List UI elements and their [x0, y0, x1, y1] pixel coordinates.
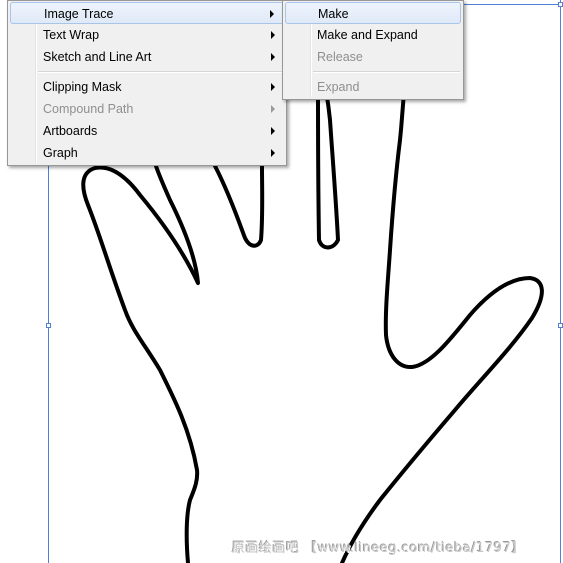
submenu-arrow-icon — [271, 31, 275, 39]
watermark-text: 原画绘画吧 【www.lineeg.com/tieba/1797】 — [232, 541, 525, 556]
menu-item-artboards[interactable]: Artboards — [10, 120, 284, 142]
object-context-menu: Image Trace Text Wrap Sketch and Line Ar… — [7, 0, 287, 166]
menu-item-image-trace[interactable]: Image Trace — [10, 2, 284, 24]
menu-item-clipping-mask[interactable]: Clipping Mask — [10, 76, 284, 98]
menu-item-label: Compound Path — [43, 102, 134, 116]
submenu-item-label: Release — [317, 50, 363, 64]
submenu-item-label: Expand — [317, 80, 360, 94]
menu-item-label: Text Wrap — [43, 28, 100, 42]
selection-bounding-box-top — [460, 4, 561, 5]
submenu-arrow-icon — [271, 105, 275, 113]
menu-separator — [313, 71, 460, 73]
menu-item-graph[interactable]: Graph — [10, 142, 284, 164]
menu-item-compound-path: Compound Path — [10, 98, 284, 120]
menu-item-sketch-and-line-art[interactable]: Sketch and Line Art — [10, 46, 284, 68]
image-trace-submenu: Make Make and Expand Release Expand — [282, 0, 464, 100]
menu-item-label: Graph — [43, 146, 78, 160]
selection-handle-left[interactable] — [46, 323, 51, 328]
menu-item-label: Image Trace — [44, 7, 114, 21]
submenu-item-make-and-expand[interactable]: Make and Expand — [285, 24, 461, 46]
submenu-arrow-icon — [271, 149, 275, 157]
menu-item-label: Clipping Mask — [43, 80, 122, 94]
selection-handle-top-right[interactable] — [558, 2, 563, 7]
submenu-item-expand: Expand — [285, 76, 461, 98]
menu-item-label: Artboards — [43, 124, 98, 138]
submenu-item-label: Make and Expand — [317, 28, 418, 42]
submenu-item-label: Make — [318, 7, 349, 21]
selection-bounding-box-right — [560, 0, 561, 563]
submenu-arrow-icon — [271, 83, 275, 91]
submenu-arrow-icon — [271, 53, 275, 61]
selection-handle-right[interactable] — [558, 323, 563, 328]
menu-item-text-wrap[interactable]: Text Wrap — [10, 24, 284, 46]
submenu-item-make[interactable]: Make — [285, 2, 461, 24]
menu-separator — [38, 71, 283, 73]
submenu-arrow-icon — [270, 10, 274, 18]
submenu-item-release: Release — [285, 46, 461, 68]
menu-item-label: Sketch and Line Art — [43, 50, 152, 64]
submenu-arrow-icon — [271, 127, 275, 135]
